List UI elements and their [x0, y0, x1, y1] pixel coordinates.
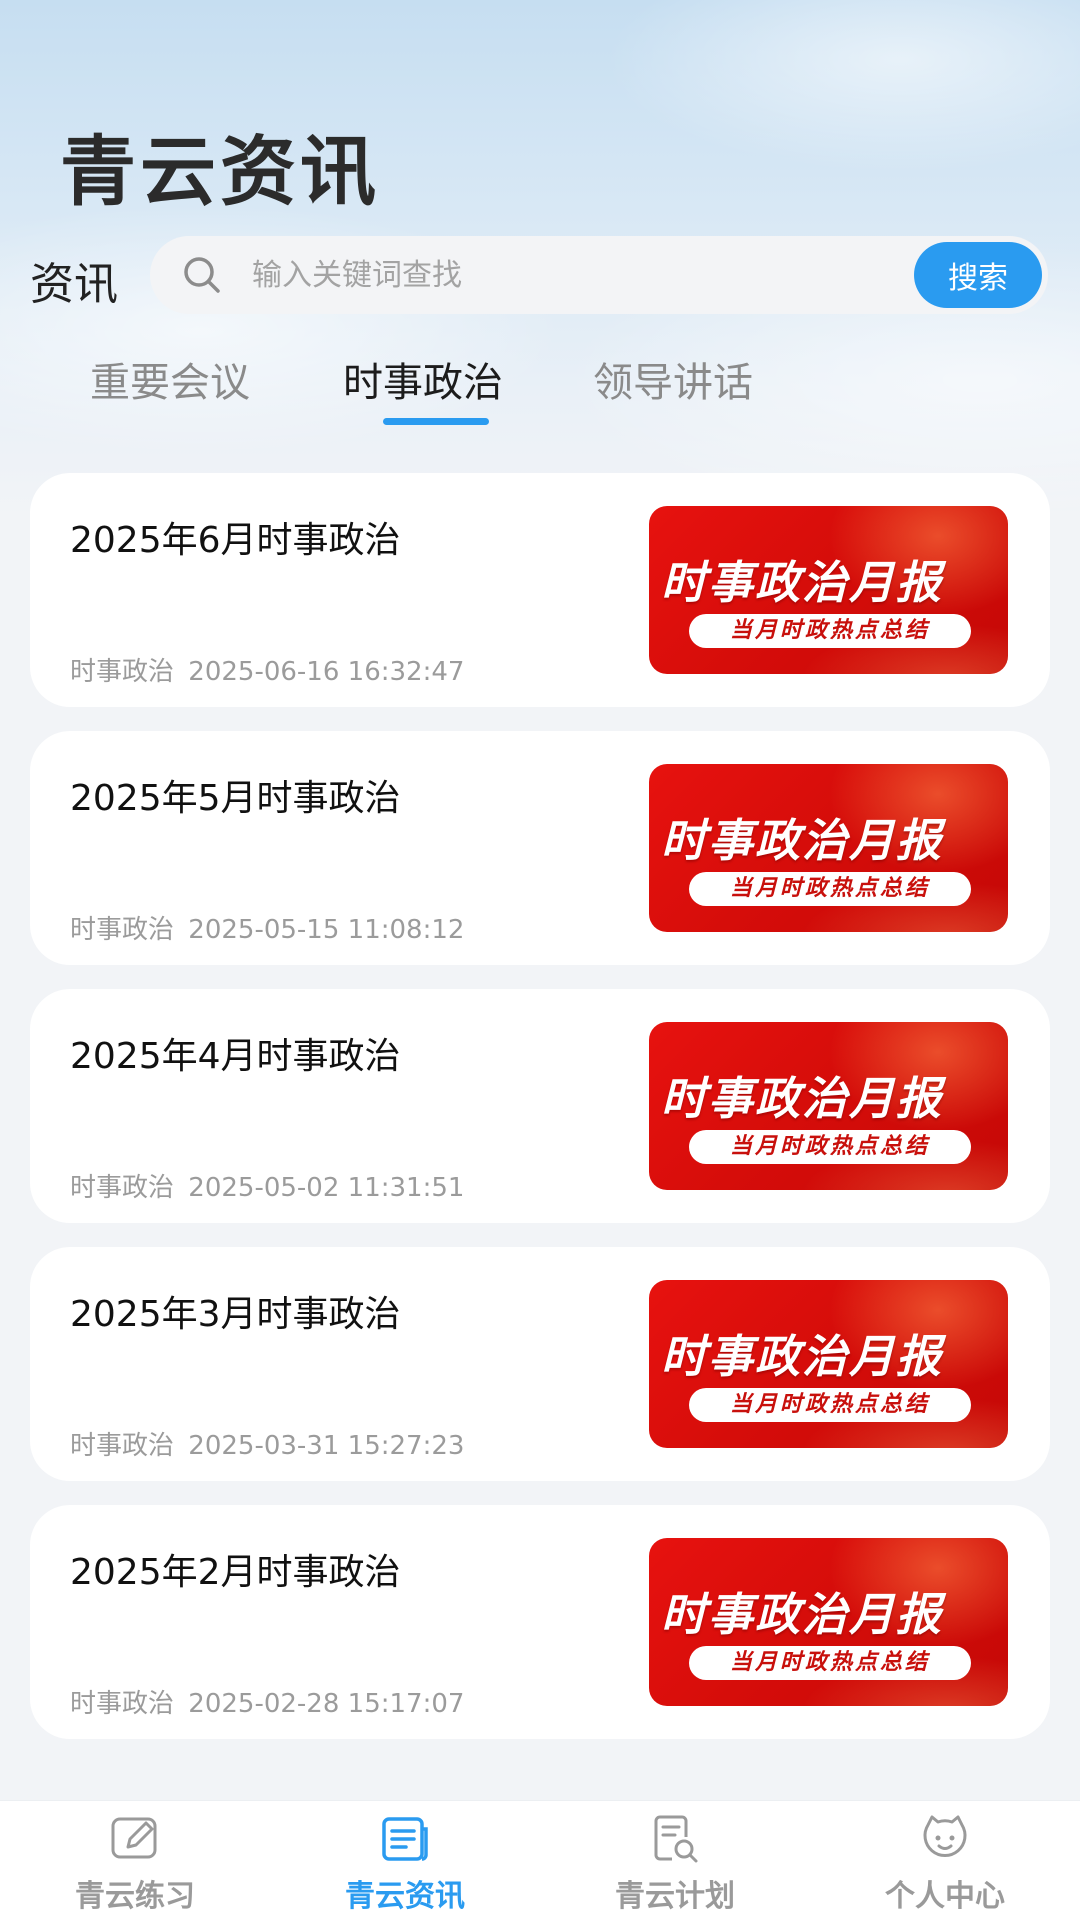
thumbnail-title: 时事政治月报 — [661, 814, 944, 867]
thumbnail-title: 时事政治月报 — [661, 556, 944, 609]
article-category: 时事政治 — [70, 915, 175, 945]
article-meta: 时事政治 2025-02-28 15:17:07 — [70, 1683, 464, 1720]
article-category: 时事政治 — [70, 1173, 175, 1203]
profile-face-icon — [923, 1815, 967, 1857]
list-item[interactable]: 2025年2月时事政治 时事政治 2025-02-28 15:17:07 时事政… — [30, 1505, 1050, 1739]
thumbnail-title: 时事政治月报 — [661, 1330, 944, 1383]
article-title: 2025年4月时事政治 — [70, 1036, 401, 1077]
article-thumbnail: 时事政治月报 当月时政热点总结 — [649, 506, 1008, 674]
nav-label: 个人中心 — [885, 1879, 1005, 1914]
article-thumbnail: 时事政治月报 当月时政热点总结 — [649, 764, 1008, 932]
article-title: 2025年3月时事政治 — [70, 1294, 401, 1335]
nav-label: 青云计划 — [615, 1879, 735, 1914]
thumbnail-subtitle: 当月时政热点总结 — [689, 1388, 971, 1422]
plan-search-icon — [654, 1815, 698, 1863]
nav-item-profile[interactable]: 个人中心 — [810, 1801, 1080, 1920]
news-icon — [382, 1817, 428, 1861]
article-thumbnail: 时事政治月报 当月时政热点总结 — [649, 1022, 1008, 1190]
edit-icon — [111, 1817, 157, 1859]
category-tabs: 重要会议 时事政治 领导讲话 — [60, 350, 1020, 430]
article-title: 2025年6月时事政治 — [70, 520, 401, 561]
section-label: 资讯 — [30, 259, 118, 310]
article-category: 时事政治 — [70, 657, 175, 687]
search-button[interactable]: 搜索 — [914, 242, 1042, 308]
article-meta: 时事政治 2025-05-02 11:31:51 — [70, 1167, 464, 1204]
page-title: 青云资讯 — [60, 127, 380, 216]
article-thumbnail: 时事政治月报 当月时政热点总结 — [649, 1280, 1008, 1448]
article-time: 2025-06-16 16:32:47 — [188, 657, 465, 687]
thumbnail-title: 时事政治月报 — [661, 1072, 944, 1125]
thumbnail-subtitle: 当月时政热点总结 — [689, 872, 971, 906]
tab-leader-speeches[interactable]: 领导讲话 — [593, 350, 753, 408]
article-time: 2025-05-15 11:08:12 — [188, 915, 465, 945]
nav-label: 青云练习 — [75, 1879, 195, 1914]
list-item[interactable]: 2025年6月时事政治 时事政治 2025-06-16 16:32:47 时事政… — [30, 473, 1050, 707]
tab-current-politics[interactable]: 时事政治 — [343, 350, 503, 408]
nav-item-plan[interactable]: 青云计划 — [540, 1801, 810, 1920]
search-icon — [184, 257, 220, 293]
article-meta: 时事政治 2025-06-16 16:32:47 — [70, 651, 464, 688]
active-tab-indicator — [383, 418, 489, 425]
thumbnail-subtitle: 当月时政热点总结 — [689, 614, 971, 648]
article-time: 2025-02-28 15:17:07 — [188, 1689, 465, 1719]
article-thumbnail: 时事政治月报 当月时政热点总结 — [649, 1538, 1008, 1706]
tab-important-meetings[interactable]: 重要会议 — [90, 350, 250, 408]
list-item[interactable]: 2025年3月时事政治 时事政治 2025-03-31 15:27:23 时事政… — [30, 1247, 1050, 1481]
search-bar[interactable]: 搜索 — [150, 236, 1048, 314]
article-time: 2025-05-02 11:31:51 — [188, 1173, 465, 1203]
thumbnail-subtitle: 当月时政热点总结 — [689, 1646, 971, 1680]
article-category: 时事政治 — [70, 1689, 175, 1719]
article-title: 2025年2月时事政治 — [70, 1552, 401, 1593]
article-time: 2025-03-31 15:27:23 — [188, 1431, 465, 1461]
thumbnail-title: 时事政治月报 — [661, 1588, 944, 1641]
article-list: 2025年6月时事政治 时事政治 2025-06-16 16:32:47 时事政… — [30, 473, 1050, 1763]
article-meta: 时事政治 2025-05-15 11:08:12 — [70, 909, 464, 946]
nav-item-practice[interactable]: 青云练习 — [0, 1801, 270, 1920]
article-category: 时事政治 — [70, 1431, 175, 1461]
bottom-navigation: 青云练习 青云资讯 青云计划 个人中心 — [0, 1800, 1080, 1920]
article-title: 2025年5月时事政治 — [70, 778, 401, 819]
nav-label: 青云资讯 — [345, 1879, 465, 1914]
list-item[interactable]: 2025年5月时事政治 时事政治 2025-05-15 11:08:12 时事政… — [30, 731, 1050, 965]
list-item[interactable]: 2025年4月时事政治 时事政治 2025-05-02 11:31:51 时事政… — [30, 989, 1050, 1223]
article-meta: 时事政治 2025-03-31 15:27:23 — [70, 1425, 464, 1462]
nav-item-news[interactable]: 青云资讯 — [270, 1801, 540, 1920]
thumbnail-subtitle: 当月时政热点总结 — [689, 1130, 971, 1164]
